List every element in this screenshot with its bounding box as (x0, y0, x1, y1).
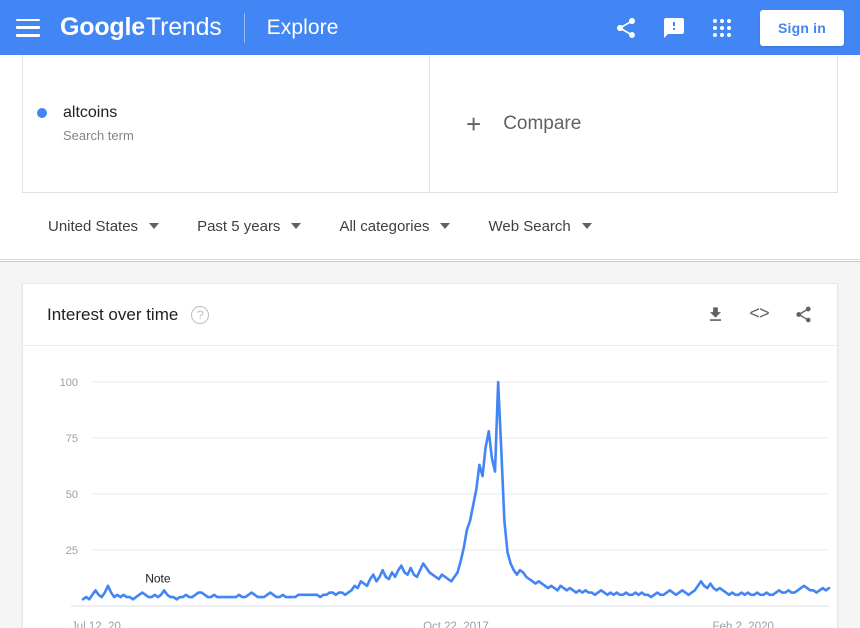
svg-text:100: 100 (60, 377, 78, 389)
filter-category[interactable]: All categories (339, 217, 451, 235)
logo-trends-text: Trends (145, 13, 222, 41)
logo-google-text: Google (60, 13, 145, 41)
svg-text:Oct 22, 2017: Oct 22, 2017 (423, 621, 489, 628)
svg-text:Note: Note (145, 572, 171, 586)
compare-label: Compare (503, 112, 582, 134)
svg-text:50: 50 (66, 489, 78, 501)
help-icon[interactable]: ? (191, 305, 210, 324)
search-term-card[interactable]: altcoins Search term (22, 55, 430, 193)
chevron-down-icon (581, 223, 592, 229)
filter-time-range-label: Past 5 years (197, 217, 281, 235)
chevron-down-icon (440, 223, 451, 229)
interest-over-time-chart[interactable]: 25 50 75 100 Jul 12, 20… Oct 22, 2017 Feb 2, 2… (23, 346, 837, 628)
filter-time-range[interactable]: Past 5 years (197, 217, 302, 235)
hamburger-menu-icon[interactable] (16, 18, 40, 37)
left-gutter (0, 55, 22, 193)
svg-text:25: 25 (66, 545, 78, 557)
google-trends-page: Google Trends Explore Sign in altcoins S… (0, 0, 860, 628)
card-title: Interest over time (47, 304, 179, 324)
plus-icon: + (466, 108, 482, 139)
chart-svg: 25 50 75 100 Jul 12, 20… Oct 22, 2017 Feb 2, 2… (60, 377, 831, 628)
share-icon[interactable] (791, 303, 815, 327)
appbar-divider (243, 12, 245, 43)
right-gutter (838, 55, 860, 193)
embed-code-icon[interactable]: <> (747, 303, 771, 327)
filter-bar: United States Past 5 years All categorie… (0, 193, 860, 260)
svg-text:Feb 2, 2020: Feb 2, 2020 (713, 621, 774, 628)
interest-over-time-card: Interest over time ? <> 25 50 75 100 Jul 12,… (22, 283, 838, 628)
series-color-dot-icon (37, 108, 47, 118)
app-bar: Google Trends Explore Sign in (0, 0, 860, 55)
card-actions: <> (703, 303, 815, 327)
add-comparison-card[interactable]: + Compare (430, 55, 838, 193)
search-term-name: altcoins (63, 104, 118, 121)
svg-text:Jul 12, 20…: Jul 12, 20… (71, 621, 132, 628)
svg-text:75: 75 (66, 433, 78, 445)
card-header: Interest over time ? <> (23, 284, 837, 346)
download-icon[interactable] (703, 303, 727, 327)
search-term-subtitle: Search term (63, 128, 134, 143)
sign-in-button[interactable]: Sign in (759, 9, 844, 46)
filter-location-label: United States (48, 217, 139, 235)
apps-grid-icon[interactable] (698, 4, 746, 52)
filter-location[interactable]: United States (48, 217, 160, 235)
chevron-down-icon (291, 223, 302, 229)
chevron-down-icon (149, 223, 160, 229)
search-term-line: altcoins (37, 104, 429, 122)
filter-search-type[interactable]: Web Search (488, 217, 592, 235)
filter-search-type-label: Web Search (488, 217, 571, 235)
app-bar-actions: Sign in (602, 4, 860, 52)
feedback-icon[interactable] (650, 4, 698, 52)
share-icon[interactable] (602, 4, 650, 52)
filter-category-label: All categories (339, 217, 430, 235)
search-terms-row: altcoins Search term + Compare (0, 55, 860, 193)
explore-nav-item[interactable]: Explore (267, 16, 339, 40)
google-trends-logo[interactable]: Google Trends (60, 13, 222, 42)
